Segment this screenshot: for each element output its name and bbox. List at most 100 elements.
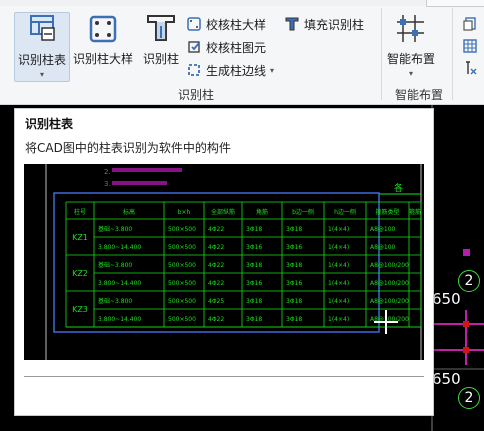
table-cell: 3Φ18 xyxy=(246,262,262,269)
table-cell: 3Φ18 xyxy=(286,316,302,323)
table-cell: A8@100 xyxy=(370,244,396,251)
column-edge-icon xyxy=(188,64,200,76)
table-cell: 4Φ25 xyxy=(208,298,224,305)
dropdown-arrow-icon: ▾ xyxy=(408,69,413,78)
table-cell: 3Φ16 xyxy=(246,280,262,287)
note-text-bar xyxy=(112,181,167,185)
table-cell: 4Φ22 xyxy=(208,226,224,233)
table-cell: 3.800~14.400 xyxy=(98,244,141,251)
column-detail-icon xyxy=(89,15,117,43)
table-cell: 3Φ18 xyxy=(286,226,302,233)
note-text: 2. xyxy=(104,168,111,176)
table-cell: 3Φ18 xyxy=(246,298,262,305)
identify-column-table-button[interactable]: 识别柱表 ▾ xyxy=(14,12,70,82)
search-box[interactable] xyxy=(426,0,484,7)
axis-marker-top: 2 xyxy=(458,270,480,292)
group-label-smart-layout: 智能布置 xyxy=(395,88,444,102)
table-cell: 4Φ22 xyxy=(208,244,224,251)
table-cell: 基础~3.800 xyxy=(98,261,132,269)
group-separator xyxy=(381,8,382,100)
table-cell: 3Φ16 xyxy=(286,280,302,287)
table-header-cell: 柱号 xyxy=(74,208,86,216)
fill-identify-column-label: 填充识别柱 xyxy=(304,17,365,32)
ribbon-toolbar: 识别柱表 ▾ 识别柱大样 识别柱 校核柱大样 填充识别柱 校核柱图元 生成柱边线… xyxy=(0,0,484,105)
smart-layout-icon xyxy=(397,15,424,42)
table-header-cell: b边一侧 xyxy=(292,208,314,216)
table-cell: 4Φ22 xyxy=(208,262,224,269)
table-cell: 基础~3.800 xyxy=(98,297,132,305)
group-separator xyxy=(452,8,453,100)
table-header-cell: 箍筋 xyxy=(409,208,421,216)
check-element-icon xyxy=(188,41,200,53)
generate-column-edge-button[interactable]: 生成柱边线 ▾ xyxy=(186,60,274,80)
table-cell: 1(4×4) xyxy=(328,226,349,233)
check-column-detail-button[interactable]: 校核柱大样 xyxy=(186,14,266,34)
table-cell: 1(4×4) xyxy=(328,262,349,269)
divider xyxy=(24,376,424,377)
table-cell: 3Φ18 xyxy=(246,316,262,323)
note-text-bar xyxy=(112,168,182,172)
tooltip-description: 将CAD图中的柱表识别为软件中的构件 xyxy=(25,141,231,155)
check-column-detail-label: 校核柱大样 xyxy=(206,17,267,32)
generate-column-edge-label: 生成柱边线 xyxy=(206,63,267,78)
table-cell: 500×500 xyxy=(168,280,196,287)
table-cell: 3Φ16 xyxy=(286,244,302,251)
table-header-cell: b×h xyxy=(178,209,191,216)
cad-column-table-preview: 2. 3. 各柱号 标高 b×h 全部纵筋 角筋 b边一侧 h边一侧 箍筋类型 箍筋 KZ1 基础~3.… xyxy=(45,164,422,360)
table-identify-icon xyxy=(30,15,55,41)
table-cell: 4Φ22 xyxy=(208,316,224,323)
table-cell: 1(4×4) xyxy=(328,316,349,323)
table-cell: 500×500 xyxy=(168,316,196,323)
column-identify-icon xyxy=(147,15,175,41)
dimension-text-lower: 650 xyxy=(432,370,461,388)
smart-layout-button[interactable]: 智能布置 ▾ xyxy=(385,12,437,80)
table-cell: 500×500 xyxy=(168,262,196,269)
table-cell: 3Φ18 xyxy=(286,262,302,269)
identify-column-button[interactable]: 识别柱 xyxy=(140,12,182,80)
check-detail-icon xyxy=(187,17,201,31)
check-column-element-button[interactable]: 校核柱图元 xyxy=(186,37,266,57)
table-header-cell: h边一侧 xyxy=(334,208,356,216)
table-header-cell: 箍筋类型 xyxy=(375,208,399,216)
copy-icon[interactable] xyxy=(462,16,478,32)
table-cell: 3Φ18 xyxy=(246,226,262,233)
note-text: 3. xyxy=(104,180,111,188)
identify-column-label: 识别柱 xyxy=(142,52,179,66)
grid-table-icon[interactable] xyxy=(462,38,478,54)
row-id-cell: KZ1 xyxy=(72,233,88,242)
table-header-cell: 标高 xyxy=(123,208,135,216)
dimension-text-upper: 650 xyxy=(432,290,461,308)
group-label-identify-column: 识别柱 xyxy=(178,88,215,102)
table-cell: 基础~3.800 xyxy=(98,225,132,233)
table-cell: 4Φ22 xyxy=(208,280,224,287)
row-id-cell: KZ3 xyxy=(72,305,88,314)
table-header-cell: 全部纵筋 xyxy=(211,208,235,216)
fill-identify-icon xyxy=(285,17,299,31)
row-id-cell: KZ2 xyxy=(72,269,88,278)
table-cell: 3.800~14.400 xyxy=(98,280,141,287)
table-heading-text: 各 xyxy=(394,182,403,194)
table-cell: 1(4×4) xyxy=(328,298,349,305)
table-cell: 500×500 xyxy=(168,298,196,305)
table-cell: A8@100/200 xyxy=(370,298,409,305)
table-cell: 3.800~14.400 xyxy=(98,316,141,323)
tooltip-title: 识别柱表 xyxy=(25,117,74,131)
fill-identify-column-button[interactable]: 填充识别柱 xyxy=(284,14,364,34)
table-cell: A8@100/200 xyxy=(370,262,409,269)
table-cell: A8@100/200 xyxy=(370,280,409,287)
axis-marker-bottom: 2 xyxy=(458,387,480,409)
identify-column-detail-label: 识别柱大样 xyxy=(72,52,133,66)
table-cell: 1(4×4) xyxy=(328,244,349,251)
table-cell: 1(4×4) xyxy=(328,280,349,287)
check-column-element-label: 校核柱图元 xyxy=(206,40,267,55)
dropdown-arrow-icon: ▾ xyxy=(39,70,44,79)
formula-icon[interactable] xyxy=(462,60,478,76)
table-cell: A8@100 xyxy=(370,226,396,233)
table-cell: 500×500 xyxy=(168,226,196,233)
table-cell: 3Φ16 xyxy=(246,244,262,251)
identify-column-detail-button[interactable]: 识别柱大样 xyxy=(72,12,134,80)
tooltip-popup: 识别柱表 将CAD图中的柱表识别为软件中的构件 2. 3. 各柱号 标高 b×h 全部纵筋… xyxy=(14,108,434,416)
dropdown-arrow-icon: ▾ xyxy=(270,65,275,75)
tooltip-preview-image: 2. 3. 各柱号 标高 b×h 全部纵筋 角筋 b边一侧 h边一侧 箍筋类型 箍筋 KZ1 基础~3.… xyxy=(24,164,424,360)
table-header-cell: 角筋 xyxy=(256,208,268,216)
